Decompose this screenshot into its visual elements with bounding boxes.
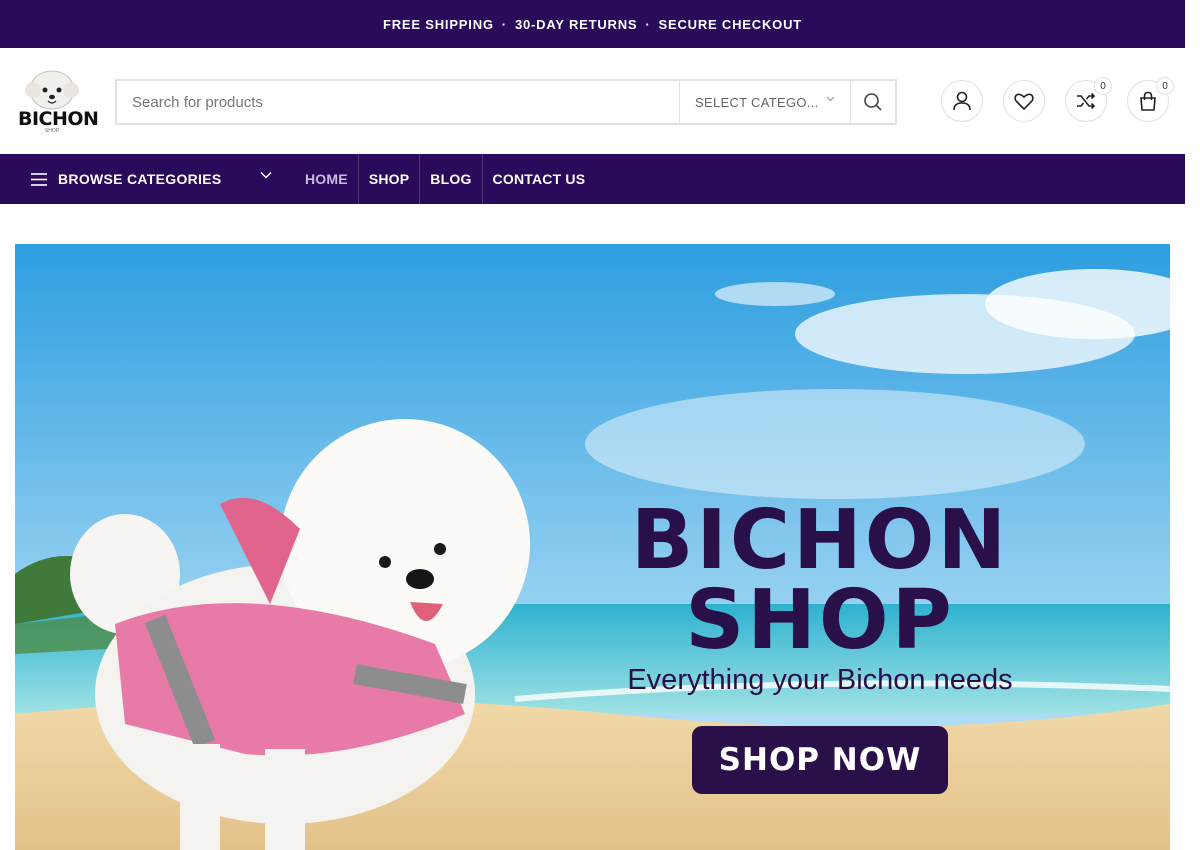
logo-subtext: SHOP xyxy=(44,128,60,134)
nav-item-blog[interactable]: BLOG xyxy=(420,154,483,204)
account-button[interactable] xyxy=(941,80,983,122)
dog-logo-icon xyxy=(25,70,79,110)
nav-item-home[interactable]: HOME xyxy=(295,154,359,204)
user-icon xyxy=(953,91,971,111)
search-input[interactable] xyxy=(117,81,679,123)
top-announcement-bar: FREE SHIPPING · 30-DAY RETURNS · SECURE … xyxy=(0,0,1185,48)
category-select[interactable]: SELECT CATEGO... xyxy=(679,81,850,123)
category-select-label: SELECT CATEGO... xyxy=(695,94,819,110)
cart-count-badge: 0 xyxy=(1156,77,1174,95)
compare-button[interactable]: 0 xyxy=(1065,77,1112,122)
browse-categories-label: BROWSE CATEGORIES xyxy=(58,171,222,187)
nav-item-shop[interactable]: SHOP xyxy=(359,154,421,204)
chevron-down-icon xyxy=(826,93,835,105)
nav-menu: HOME SHOP BLOG CONTACT US xyxy=(295,154,595,204)
hero-title: BICHON SHOP xyxy=(610,493,1030,668)
separator: · xyxy=(645,16,651,32)
cart-button[interactable]: 0 xyxy=(1127,77,1174,122)
shopping-bag-icon xyxy=(1140,91,1156,111)
wishlist-button[interactable] xyxy=(1003,80,1045,122)
announcement-secure-checkout: SECURE CHECKOUT xyxy=(658,16,803,32)
hero-subtitle: Everything your Bichon needs xyxy=(627,664,1013,696)
announcement-returns: 30-DAY RETURNS xyxy=(514,16,638,32)
nav-item-contact-us[interactable]: CONTACT US xyxy=(483,154,596,204)
search-bar: SELECT CATEGO... xyxy=(115,79,897,125)
search-button[interactable] xyxy=(850,81,895,123)
shuffle-icon xyxy=(1077,92,1096,110)
chevron-down-icon xyxy=(260,171,272,179)
hero-banner[interactable]: BICHON SHOP Everything your Bichon needs… xyxy=(15,244,1170,850)
search-icon xyxy=(864,93,882,111)
logo-text: BICHON xyxy=(18,108,99,130)
site-header: BICHON SHOP SELECT CATEGO... xyxy=(0,48,1185,154)
announcement-free-shipping: FREE SHIPPING xyxy=(382,16,494,32)
heart-icon xyxy=(1014,93,1034,111)
menu-icon xyxy=(31,172,47,186)
browse-categories-button[interactable]: BROWSE CATEGORIES xyxy=(0,154,290,204)
hero-title-line1: BICHON xyxy=(630,493,1010,588)
separator: · xyxy=(501,16,507,32)
shop-now-button[interactable]: SHOP NOW xyxy=(692,726,948,794)
hero-title-line2: SHOP xyxy=(685,573,955,668)
main-navigation: BROWSE CATEGORIES HOME SHOP BLOG CONTACT… xyxy=(0,154,1185,204)
compare-count-badge: 0 xyxy=(1094,77,1112,95)
logo[interactable]: BICHON SHOP xyxy=(18,68,99,134)
